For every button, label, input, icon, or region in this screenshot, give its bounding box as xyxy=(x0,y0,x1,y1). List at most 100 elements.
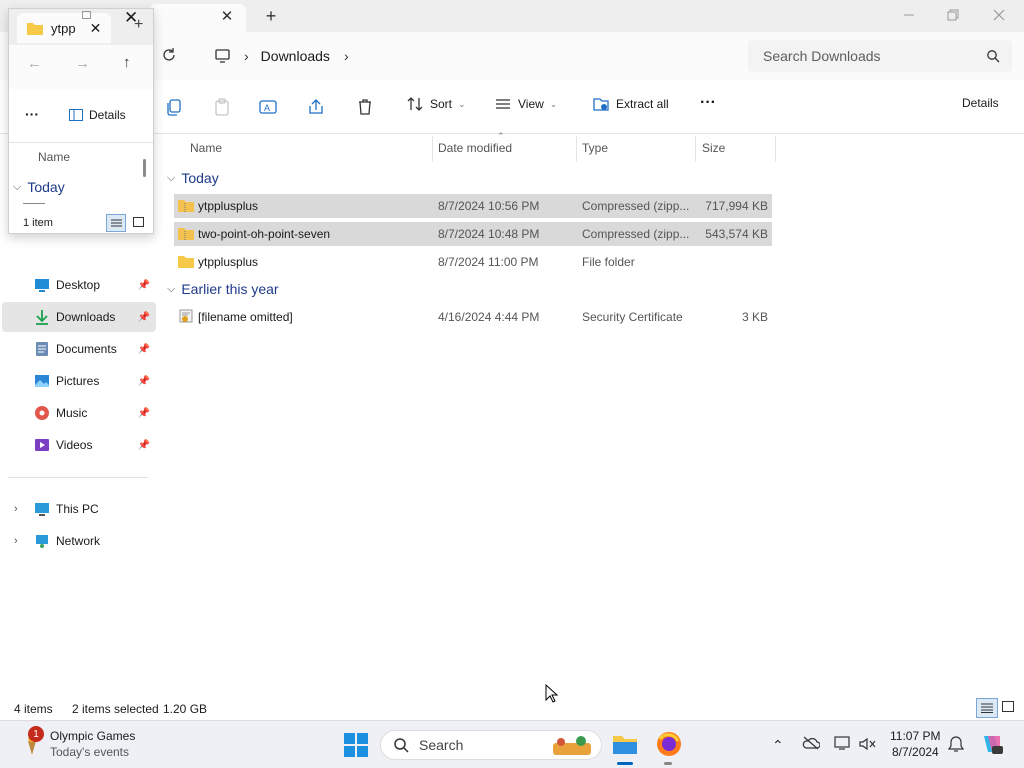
table-row[interactable]: two-point-oh-point-seven 8/7/2024 10:48 … xyxy=(174,222,772,246)
sort-icon xyxy=(407,97,423,111)
scrollbar-thumb[interactable] xyxy=(143,159,146,177)
breadcrumb-chevron-icon[interactable]: › xyxy=(344,48,349,64)
column-divider[interactable] xyxy=(576,136,577,162)
details-view-button[interactable] xyxy=(976,698,998,718)
notifications-icon[interactable] xyxy=(948,735,964,753)
clock-date[interactable]: 8/7/2024 xyxy=(892,745,939,759)
start-button[interactable] xyxy=(343,732,369,758)
table-row[interactable]: ytpplusplus 8/7/2024 10:56 PM Compressed… xyxy=(174,194,772,218)
partial-row-indicator xyxy=(23,203,45,204)
refresh-button[interactable] xyxy=(160,46,184,66)
up-arrow-icon[interactable]: ↑ xyxy=(123,54,131,71)
details-pane-button[interactable]: Details xyxy=(69,108,126,122)
taskbar-search-box[interactable]: Search xyxy=(380,730,602,760)
sidebar-item-documents[interactable]: Documents 📌 xyxy=(2,334,156,364)
volume-muted-icon[interactable] xyxy=(858,736,878,752)
status-selection: 2 items selected xyxy=(72,702,159,716)
file-type: Security Certificate xyxy=(582,310,683,324)
restore-button[interactable] xyxy=(930,0,976,30)
copy-button[interactable] xyxy=(164,97,184,117)
table-row[interactable]: [filename omitted] 4/16/2024 4:44 PM Sec… xyxy=(174,305,772,329)
group-header-today[interactable]: ⌵ Today xyxy=(167,170,219,186)
sidebar-item-downloads[interactable]: Downloads 📌 xyxy=(2,302,156,332)
extract-all-button[interactable]: Extract all xyxy=(592,96,669,112)
column-divider[interactable] xyxy=(695,136,696,162)
sidebar-item-music[interactable]: Music 📌 xyxy=(2,398,156,428)
taskbar-file-explorer[interactable] xyxy=(611,730,639,758)
column-header-name[interactable]: Name xyxy=(190,141,222,155)
column-header-type[interactable]: Type xyxy=(582,141,608,155)
breadcrumb[interactable]: › Downloads › xyxy=(206,40,740,72)
documents-icon xyxy=(36,342,48,356)
show-hidden-icons-icon[interactable]: ⌃ xyxy=(772,737,784,754)
videos-icon xyxy=(35,439,49,451)
rename-button[interactable]: A xyxy=(258,97,278,117)
column-header-name[interactable]: Name xyxy=(38,150,70,164)
search-box[interactable]: Search Downloads xyxy=(748,40,1012,72)
taskbar-search-label: Search xyxy=(419,737,464,753)
new-tab-icon[interactable]: + xyxy=(134,16,143,34)
sidebar-item-this-pc[interactable]: › This PC xyxy=(2,494,156,524)
clock-time[interactable]: 11:07 PM xyxy=(890,729,940,743)
popup-tab[interactable]: ytpp ✕ xyxy=(17,13,111,43)
delete-button[interactable] xyxy=(355,97,375,117)
sidebar-divider xyxy=(8,477,148,478)
file-explorer-icon xyxy=(613,736,637,754)
sidebar-item-label: Music xyxy=(56,406,88,420)
file-date: 4/16/2024 4:44 PM xyxy=(438,310,540,324)
column-divider[interactable] xyxy=(432,136,433,162)
tiles-view-button[interactable] xyxy=(133,217,144,228)
file-name: [filename omitted] xyxy=(198,310,293,324)
sidebar-item-desktop[interactable]: Desktop 📌 xyxy=(2,270,156,300)
sidebar-item-label: Pictures xyxy=(56,374,100,388)
sort-button[interactable]: Sort ⌄ xyxy=(406,96,466,112)
rename-icon: A xyxy=(259,100,277,114)
column-divider[interactable] xyxy=(775,136,776,162)
sidebar-item-label: Documents xyxy=(56,342,117,356)
view-button[interactable]: View ⌄ xyxy=(494,96,557,112)
back-arrow-icon[interactable]: ← xyxy=(27,55,42,72)
search-input[interactable]: Search Downloads xyxy=(763,48,881,64)
breadcrumb-separator-icon: › xyxy=(244,48,249,64)
share-button[interactable] xyxy=(306,97,326,117)
copilot-icon[interactable] xyxy=(980,732,1004,756)
close-window-button[interactable] xyxy=(976,0,1022,30)
sidebar-item-pictures[interactable]: Pictures 📌 xyxy=(2,366,156,396)
breadcrumb-downloads[interactable]: Downloads xyxy=(261,48,330,64)
column-header-date[interactable]: Date modified xyxy=(438,141,512,155)
group-header-today[interactable]: ⌵ Today xyxy=(13,179,65,195)
list-icon xyxy=(981,703,993,713)
taskbar-firefox[interactable] xyxy=(656,731,682,757)
sidebar-item-videos[interactable]: Videos 📌 xyxy=(2,430,156,460)
tiles-view-button[interactable] xyxy=(1002,701,1014,713)
network-status-icon[interactable] xyxy=(834,735,852,751)
more-options-button[interactable]: ··· xyxy=(25,106,39,122)
onedrive-icon[interactable] xyxy=(802,736,820,750)
details-view-button[interactable] xyxy=(106,214,126,232)
group-header-earlier[interactable]: ⌵ Earlier this year xyxy=(167,281,279,297)
trash-icon xyxy=(359,99,371,115)
table-row[interactable]: ytpplusplus 8/7/2024 11:00 PM File folde… xyxy=(174,250,772,274)
widget-subtitle[interactable]: Today's events xyxy=(50,745,129,759)
chevron-right-icon[interactable]: › xyxy=(14,503,18,515)
details-pane-button[interactable]: Details xyxy=(962,96,999,110)
maximize-icon[interactable] xyxy=(82,11,91,19)
close-tab-icon[interactable]: ✕ xyxy=(90,20,102,37)
secondary-explorer-window[interactable]: ytpp ✕ ✕ + ← → ↑ ··· Details Name ⌵ Toda… xyxy=(8,8,154,234)
new-tab-button[interactable]: + xyxy=(262,6,280,26)
chevron-right-icon[interactable]: › xyxy=(14,535,18,547)
sidebar-item-network[interactable]: › Network xyxy=(2,526,156,556)
close-tab-icon[interactable]: ✕ xyxy=(218,8,236,25)
paste-button[interactable] xyxy=(212,97,232,117)
status-item-count: 4 items xyxy=(14,702,53,716)
more-options-button[interactable]: ··· xyxy=(700,94,716,112)
widget-title[interactable]: Olympic Games xyxy=(50,729,135,743)
sidebar-item-label: This PC xyxy=(56,502,99,516)
forward-arrow-icon[interactable]: → xyxy=(75,55,90,72)
minimize-button[interactable] xyxy=(886,0,932,30)
file-name: ytpplusplus xyxy=(198,255,259,269)
file-name: two-point-oh-point-seven xyxy=(198,227,331,241)
column-header-size[interactable]: Size xyxy=(702,141,725,155)
zip-folder-icon xyxy=(178,228,194,240)
details-pane-icon xyxy=(69,109,83,121)
